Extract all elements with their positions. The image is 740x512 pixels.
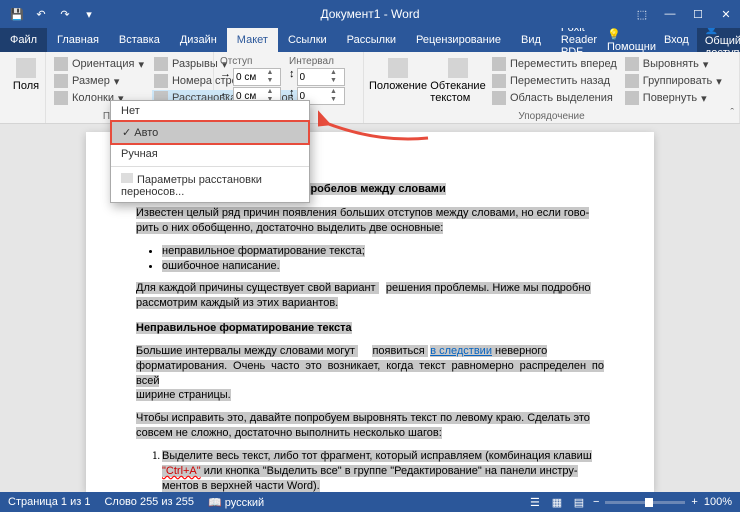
status-lang[interactable]: 📖 русский xyxy=(208,496,264,509)
group-button[interactable]: Группировать ▾ xyxy=(623,73,724,89)
qat-more-icon[interactable]: ▾ xyxy=(78,3,100,25)
paragraph: Большие интервалы между словами могут по… xyxy=(136,344,604,403)
heading-2: Неправильное форматирование текста xyxy=(136,319,604,336)
position-button[interactable]: Положение xyxy=(370,56,426,106)
close-icon[interactable]: ✕ xyxy=(712,0,740,28)
zoom-out-icon[interactable]: − xyxy=(593,496,599,508)
tab-mailings[interactable]: Рассылки xyxy=(337,28,406,52)
margins-button[interactable]: Поля xyxy=(6,56,46,94)
tab-view[interactable]: Вид xyxy=(511,28,551,52)
orientation-button[interactable]: Ориентация ▾ xyxy=(52,56,146,72)
zoom-in-icon[interactable]: + xyxy=(691,496,697,508)
send-backward-button[interactable]: Переместить назад xyxy=(490,73,619,89)
indent-left-icon: → xyxy=(220,68,231,86)
view-read-icon[interactable]: ☰ xyxy=(527,494,543,510)
redo-icon[interactable]: ↷ xyxy=(54,3,76,25)
paragraph: Известен целый ряд причин появления боль… xyxy=(136,206,604,236)
wrap-text-button[interactable]: Обтекание текстом xyxy=(430,56,486,106)
paragraph: Чтобы исправить это, давайте попробуем в… xyxy=(136,411,604,441)
view-web-icon[interactable]: ▤ xyxy=(571,494,587,510)
selection-pane-button[interactable]: Область выделения xyxy=(490,90,619,106)
ribbon-options-icon[interactable]: ⬚ xyxy=(628,0,656,28)
undo-icon[interactable]: ↶ xyxy=(30,3,52,25)
zoom-slider[interactable] xyxy=(605,501,685,504)
align-button[interactable]: Выровнять ▾ xyxy=(623,56,724,72)
status-words[interactable]: Слово 255 из 255 xyxy=(104,496,194,508)
tab-design[interactable]: Дизайн xyxy=(170,28,227,52)
hyphen-none[interactable]: Нет xyxy=(111,101,309,121)
view-print-icon[interactable]: ▦ xyxy=(549,494,565,510)
group-arrange: Упорядочение xyxy=(364,111,739,122)
hyphenation-menu: Нет ✓ Авто Ручная Параметры расстановки … xyxy=(110,100,310,203)
bring-forward-button[interactable]: Переместить вперед xyxy=(490,56,619,72)
tab-insert[interactable]: Вставка xyxy=(109,28,170,52)
indent-left-input[interactable]: ▲▼ xyxy=(233,68,281,86)
collapse-ribbon-icon[interactable]: ˆ xyxy=(730,107,734,119)
minimize-icon[interactable]: — xyxy=(656,0,684,28)
tab-references[interactable]: Ссылки xyxy=(278,28,337,52)
save-icon[interactable]: 💾 xyxy=(6,3,28,25)
hyphen-manual[interactable]: Ручная xyxy=(111,144,309,164)
tab-review[interactable]: Рецензирование xyxy=(406,28,511,52)
tab-file[interactable]: Файл xyxy=(0,28,47,52)
list-item: неправильное форматирование текста; xyxy=(162,244,604,259)
list-item: Выделите весь текст, либо тот фрагмент, … xyxy=(162,449,604,492)
login-link[interactable]: Вход xyxy=(664,34,689,46)
window-title: Документ1 - Word xyxy=(320,7,419,21)
rotate-button[interactable]: Повернуть ▾ xyxy=(623,90,724,106)
size-button[interactable]: Размер ▾ xyxy=(52,73,146,89)
status-page[interactable]: Страница 1 из 1 xyxy=(8,496,90,508)
space-before-input[interactable]: ▲▼ xyxy=(297,68,345,86)
space-before-icon: ↕ xyxy=(289,68,295,86)
tab-layout[interactable]: Макет xyxy=(227,28,278,52)
zoom-level[interactable]: 100% xyxy=(704,496,732,508)
tab-foxit[interactable]: Foxit Reader PDF xyxy=(551,28,607,52)
hyphen-options[interactable]: Параметры расстановки переносов... xyxy=(111,169,309,202)
help-link[interactable]: 💡 Помощни xyxy=(607,28,656,53)
tab-home[interactable]: Главная xyxy=(47,28,109,52)
paragraph: Для каждой причины существует свой вариа… xyxy=(136,281,604,311)
hyphen-auto[interactable]: ✓ Авто xyxy=(110,120,310,145)
maximize-icon[interactable]: ☐ xyxy=(684,0,712,28)
list-item: ошибочное написание. xyxy=(162,259,604,274)
